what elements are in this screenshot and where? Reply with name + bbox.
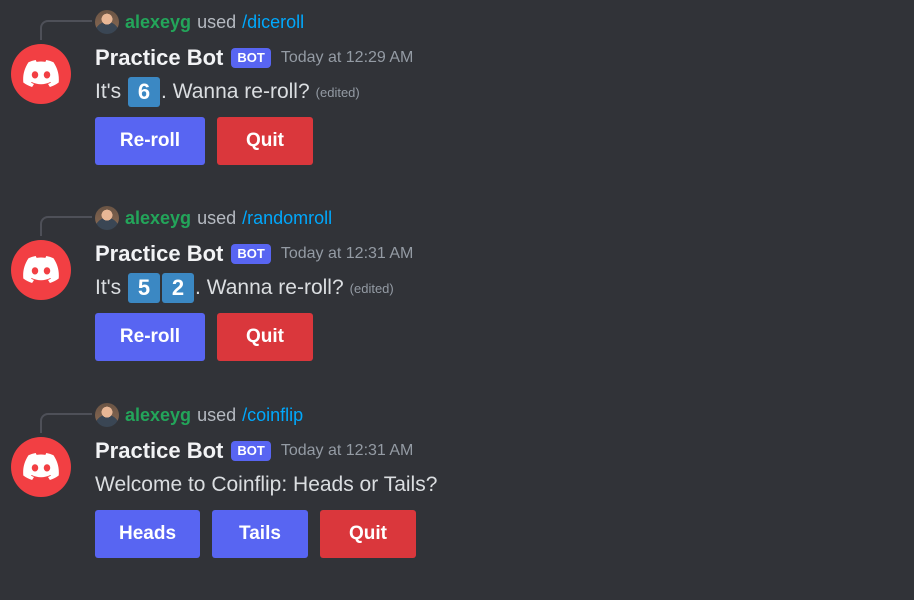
reply-connector bbox=[40, 216, 92, 236]
reply-context[interactable]: alexeyg used /randomroll bbox=[95, 206, 332, 230]
user-avatar-icon[interactable] bbox=[95, 403, 119, 427]
user-avatar-icon[interactable] bbox=[95, 10, 119, 34]
content-suffix: . Wanna re-roll? bbox=[195, 276, 344, 299]
button-row: Re-roll Quit bbox=[95, 117, 313, 165]
bot-avatar[interactable] bbox=[11, 240, 71, 300]
dice-emoji: 5 bbox=[128, 273, 161, 303]
bot-avatar[interactable] bbox=[11, 44, 71, 104]
reply-username[interactable]: alexeyg bbox=[125, 12, 191, 33]
reply-username[interactable]: alexeyg bbox=[125, 208, 191, 229]
message-content: It's 5 2 . Wanna re-roll? (edited) bbox=[95, 272, 394, 304]
bot-tag: BOT bbox=[231, 48, 271, 68]
message-header: Practice Bot BOT Today at 12:29 AM bbox=[95, 43, 413, 73]
discord-logo-icon bbox=[23, 60, 59, 87]
reroll-button[interactable]: Re-roll bbox=[95, 313, 205, 361]
timestamp: Today at 12:31 AM bbox=[280, 442, 414, 459]
timestamp: Today at 12:31 AM bbox=[280, 245, 414, 262]
reply-command[interactable]: /randomroll bbox=[242, 208, 332, 229]
reply-context[interactable]: alexeyg used /diceroll bbox=[95, 10, 304, 34]
edited-label: (edited) bbox=[315, 84, 360, 100]
quit-button[interactable]: Quit bbox=[217, 117, 313, 165]
heads-button[interactable]: Heads bbox=[95, 510, 200, 558]
bot-tag: BOT bbox=[231, 244, 271, 264]
message-header: Practice Bot BOT Today at 12:31 AM bbox=[95, 436, 413, 466]
content-suffix: . Wanna re-roll? bbox=[161, 80, 310, 103]
bot-name[interactable]: Practice Bot bbox=[95, 438, 223, 464]
reply-command[interactable]: /coinflip bbox=[242, 405, 303, 426]
reroll-button[interactable]: Re-roll bbox=[95, 117, 205, 165]
tails-button[interactable]: Tails bbox=[212, 510, 308, 558]
bot-avatar[interactable] bbox=[11, 437, 71, 497]
reply-used-text: used bbox=[197, 207, 237, 228]
bot-name[interactable]: Practice Bot bbox=[95, 241, 223, 267]
user-avatar-icon[interactable] bbox=[95, 206, 119, 230]
edited-label: (edited) bbox=[349, 280, 394, 296]
message-content: It's 6 . Wanna re-roll? (edited) bbox=[95, 76, 360, 108]
discord-logo-icon bbox=[23, 256, 59, 283]
message-header: Practice Bot BOT Today at 12:31 AM bbox=[95, 239, 413, 269]
reply-connector bbox=[40, 20, 92, 40]
reply-username[interactable]: alexeyg bbox=[125, 405, 191, 426]
bot-tag: BOT bbox=[231, 441, 271, 461]
discord-logo-icon bbox=[23, 453, 59, 480]
button-row: Re-roll Quit bbox=[95, 313, 313, 361]
timestamp: Today at 12:29 AM bbox=[280, 49, 414, 66]
reply-connector bbox=[40, 413, 92, 433]
message-diceroll: alexeyg used /diceroll Practice Bot BOT … bbox=[0, 0, 914, 180]
content-prefix: It's bbox=[95, 80, 122, 103]
quit-button[interactable]: Quit bbox=[320, 510, 416, 558]
content-text: Welcome to Coinflip: Heads or Tails? bbox=[95, 473, 438, 496]
reply-used-text: used bbox=[197, 404, 237, 425]
bot-name[interactable]: Practice Bot bbox=[95, 45, 223, 71]
button-row: Heads Tails Quit bbox=[95, 510, 416, 558]
content-prefix: It's bbox=[95, 276, 122, 299]
message-randomroll: alexeyg used /randomroll Practice Bot BO… bbox=[0, 196, 914, 376]
dice-emoji: 2 bbox=[162, 273, 195, 303]
reply-command[interactable]: /diceroll bbox=[242, 12, 304, 33]
message-content: Welcome to Coinflip: Heads or Tails? bbox=[95, 469, 437, 501]
dice-emoji: 6 bbox=[128, 77, 161, 107]
reply-context[interactable]: alexeyg used /coinflip bbox=[95, 403, 303, 427]
message-coinflip: alexeyg used /coinflip Practice Bot BOT … bbox=[0, 393, 914, 573]
reply-used-text: used bbox=[197, 11, 237, 32]
quit-button[interactable]: Quit bbox=[217, 313, 313, 361]
